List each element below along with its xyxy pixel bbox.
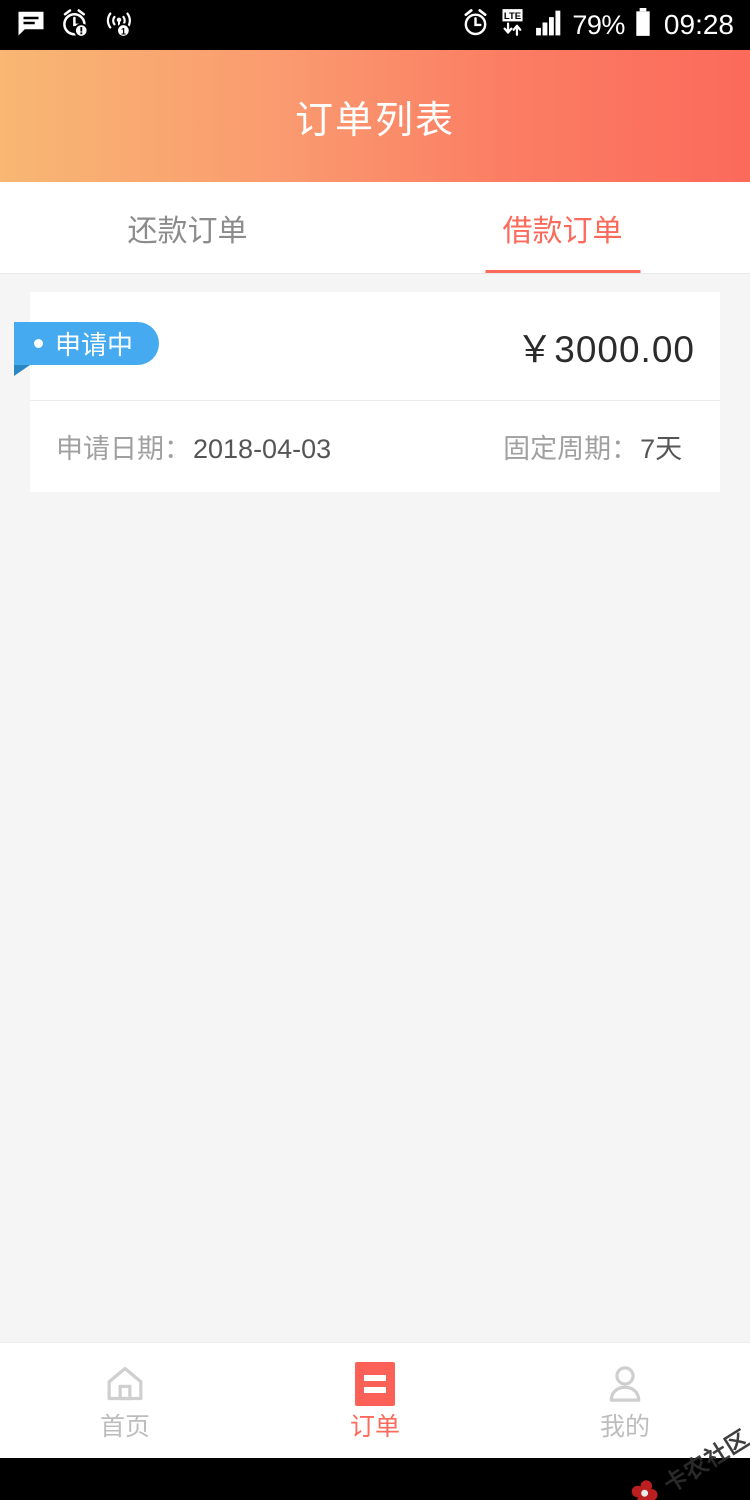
tab-repayment-orders[interactable]: 还款订单 xyxy=(0,182,375,274)
system-navigation-bar xyxy=(0,1458,750,1500)
order-status-badge: 申请中 xyxy=(14,322,160,376)
battery-percent-label: 79% xyxy=(572,9,625,40)
page-title: 订单列表 xyxy=(294,99,455,142)
svg-text:1: 1 xyxy=(121,26,126,36)
message-icon xyxy=(16,8,46,43)
tab-loan-orders-label: 借款订单 xyxy=(502,215,623,248)
tab-loan-orders[interactable]: 借款订单 xyxy=(375,182,750,274)
application-date-value: 2018-04-03 xyxy=(193,434,332,464)
application-date: 申请日期： 2018-04-03 xyxy=(56,427,331,466)
order-status-label: 申请中 xyxy=(55,330,134,360)
order-type-tabs: 还款订单 借款订单 xyxy=(0,182,750,274)
orders-icon-bar xyxy=(364,1386,386,1393)
alarm-icon xyxy=(461,8,490,42)
nav-item-orders-label: 订单 xyxy=(349,1412,400,1441)
ribbon-fold-shape xyxy=(14,365,30,376)
status-bar-left-icons: 1 xyxy=(16,8,134,43)
status-dot-icon xyxy=(34,339,43,348)
nav-item-home-label: 首页 xyxy=(99,1412,150,1441)
tab-repayment-orders-label: 还款订单 xyxy=(127,215,248,248)
orders-icon-bar xyxy=(364,1374,386,1381)
fixed-period: 固定周期： 7天 xyxy=(503,427,682,466)
alarm-alert-icon xyxy=(60,8,90,43)
phone-screen: 1 LTE 79% 09:28 订单列表 还款订单 借款订单 申请中 ￥3000… xyxy=(0,0,750,1500)
nav-item-home[interactable]: 首页 xyxy=(0,1343,250,1458)
status-bar-right-icons: LTE 79% 09:28 xyxy=(461,8,734,42)
hotspot-alert-icon: 1 xyxy=(104,8,134,43)
order-amount: ￥3000.00 xyxy=(516,329,695,370)
orders-icon xyxy=(353,1361,397,1406)
signal-bars-icon xyxy=(535,8,563,42)
person-icon xyxy=(603,1362,647,1406)
lte-data-icon: LTE xyxy=(499,8,526,42)
page-header: 订单列表 xyxy=(0,50,750,182)
home-icon xyxy=(103,1362,147,1406)
order-card[interactable]: 申请中 ￥3000.00 申请日期： 2018-04-03 固定周期： 7天 xyxy=(14,292,720,492)
tabs-bottom-divider xyxy=(0,273,750,274)
bottom-tab-bar: 首页 订单 我的 xyxy=(0,1342,750,1458)
status-bar: 1 LTE 79% 09:28 xyxy=(0,0,750,50)
fixed-period-value: 7天 xyxy=(640,434,683,464)
orders-icon-shape xyxy=(355,1361,395,1406)
svg-text:LTE: LTE xyxy=(504,11,521,22)
order-status-ribbon: 申请中 xyxy=(14,322,160,365)
nav-item-profile-label: 我的 xyxy=(599,1412,650,1441)
nav-item-profile[interactable]: 我的 xyxy=(500,1343,750,1458)
nav-item-orders[interactable]: 订单 xyxy=(250,1343,500,1458)
status-bar-clock: 09:28 xyxy=(663,9,734,40)
battery-icon xyxy=(634,8,652,42)
fixed-period-label: 固定周期： xyxy=(503,434,639,464)
application-date-label: 申请日期： xyxy=(56,434,191,464)
order-card-bottom: 申请日期： 2018-04-03 固定周期： 7天 xyxy=(30,401,720,492)
